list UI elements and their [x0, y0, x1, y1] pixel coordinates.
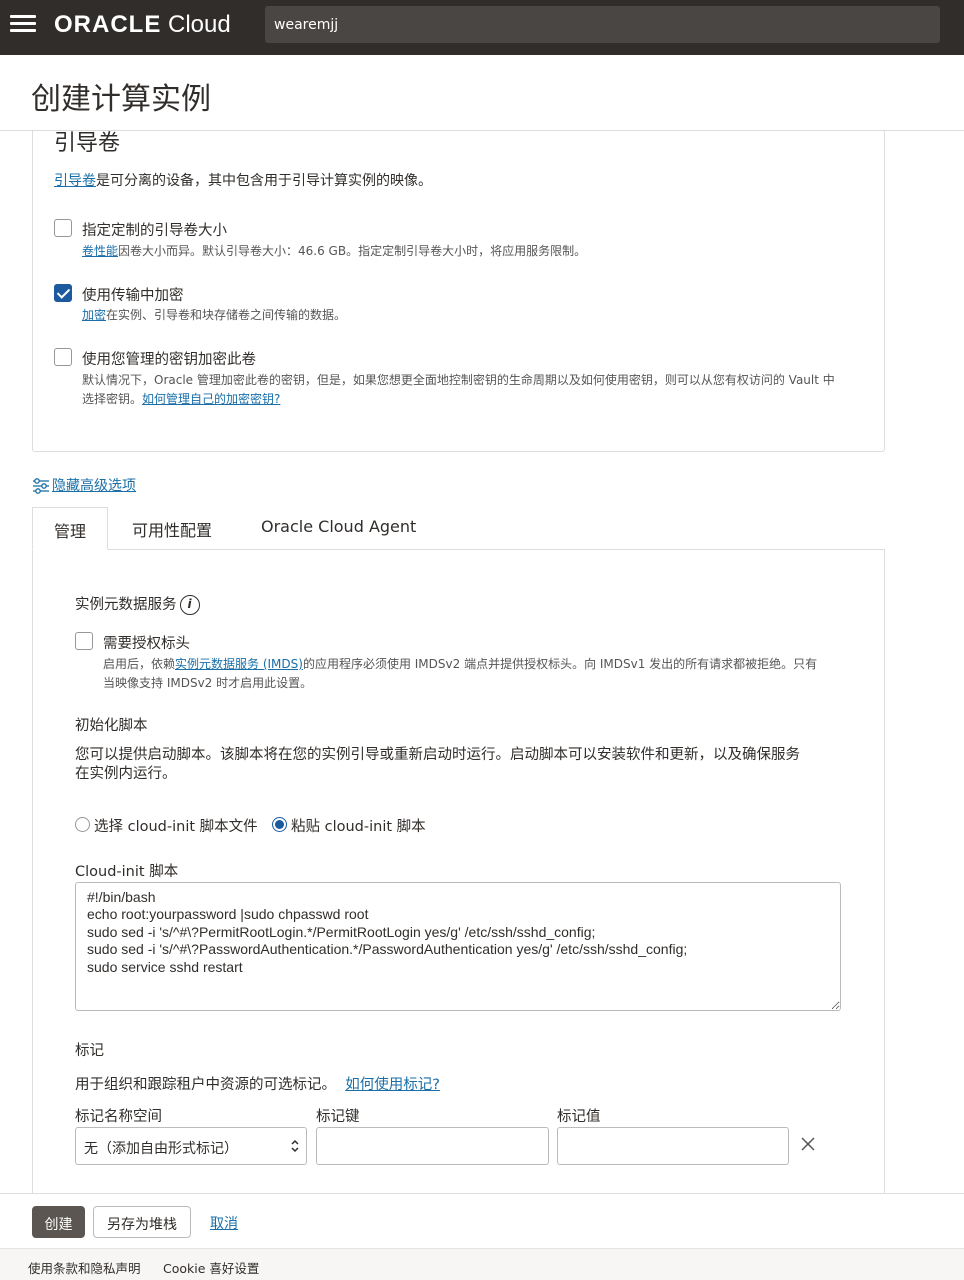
oracle-cloud-logo[interactable]: ORACLE Cloud [54, 11, 231, 39]
auth-header-label[interactable]: 需要授权标头 [103, 632, 190, 653]
in-transit-encryption-label[interactable]: 使用传输中加密 [82, 284, 184, 305]
tab-oracle-cloud-agent[interactable]: Oracle Cloud Agent [240, 507, 437, 550]
own-key-help: 默认情况下，Oracle 管理加密此卷的密钥，但是，如果您想更全面地控制密钥的生… [82, 373, 835, 406]
in-transit-encryption-checkbox[interactable] [54, 284, 72, 302]
page-header: 创建计算实例 [0, 55, 964, 131]
manage-keys-link[interactable]: 如何管理自己的加密密钥? [142, 392, 280, 406]
top-bar: ORACLE Cloud wearemjj [0, 0, 964, 55]
how-to-use-tags-link[interactable]: 如何使用标记? [345, 1077, 440, 1093]
terms-privacy-link[interactable]: 使用条款和隐私声明 [28, 1258, 141, 1277]
imds-section-title: 实例元数据服务 i [75, 593, 200, 615]
page-title: 创建计算实例 [31, 82, 211, 117]
in-transit-encryption-help: 加密在实例、引导卷和块存储卷之间传输的数据。 [82, 308, 347, 322]
cloud-init-script-label: Cloud-init 脚本 [75, 864, 179, 880]
create-button[interactable]: 创建 [32, 1206, 85, 1238]
info-icon[interactable]: i [179, 595, 200, 615]
radio-paste-script-label[interactable]: 粘贴 cloud-init 脚本 [291, 815, 426, 836]
init-script-description: 您可以提供启动脚本。该脚本将在您的实例引导或重新启动时运行。启动脚本可以安装软件… [75, 747, 800, 782]
cloud-init-script-textarea[interactable]: #!/bin/bash echo root:yourpassword |sudo… [75, 882, 841, 1011]
own-key-label[interactable]: 使用您管理的密钥加密此卷 [82, 348, 256, 369]
tab-availability[interactable]: 可用性配置 [111, 507, 233, 550]
content-area[interactable]: 引导卷 引导卷是可分离的设备，其中包含用于引导计算实例的映像。 指定定制的引导卷… [0, 131, 964, 1193]
legal-bar: 使用条款和隐私声明 Cookie 喜好设置 [0, 1248, 964, 1280]
save-as-stack-button[interactable]: 另存为堆栈 [93, 1206, 191, 1238]
cookie-preferences-link[interactable]: Cookie 喜好设置 [163, 1258, 259, 1277]
init-script-title: 初始化脚本 [75, 718, 148, 734]
encryption-link[interactable]: 加密 [82, 308, 106, 322]
tab-bar: 管理 可用性配置 Oracle Cloud Agent [32, 507, 885, 550]
tag-value-label: 标记值 [557, 1109, 601, 1125]
custom-boot-size-checkbox[interactable] [54, 219, 72, 237]
radio-choose-file[interactable] [75, 817, 90, 832]
hide-advanced-options-toggle[interactable]: 隐藏高级选项 [32, 475, 136, 495]
boot-volume-heading: 引导卷 [54, 131, 121, 156]
boot-volume-link[interactable]: 引导卷 [54, 173, 96, 189]
auth-header-help: 启用后，依赖实例元数据服务 (IMDS)的应用程序必须使用 IMDSv2 端点并… [103, 657, 818, 690]
auth-header-checkbox[interactable] [75, 632, 93, 650]
hamburger-menu-icon[interactable] [10, 15, 36, 35]
radio-paste-script[interactable] [272, 817, 287, 832]
imds-link[interactable]: 实例元数据服务 (IMDS) [175, 657, 303, 671]
custom-boot-size-help: 卷性能因卷大小而异。默认引导卷大小：46.6 GB。指定定制引导卷大小时，将应用… [82, 244, 587, 258]
tab-management[interactable]: 管理 [32, 507, 109, 550]
volume-performance-link[interactable]: 卷性能 [82, 244, 118, 258]
tags-title: 标记 [75, 1043, 104, 1059]
action-footer: 创建 另存为堆栈 取消 [0, 1193, 964, 1248]
tag-key-input[interactable] [316, 1127, 549, 1165]
tag-key-label: 标记键 [316, 1109, 360, 1125]
sliders-icon [33, 478, 49, 494]
cancel-link[interactable]: 取消 [200, 1206, 248, 1238]
remove-tag-icon[interactable] [800, 1136, 816, 1152]
select-arrows-icon [291, 1139, 299, 1153]
tag-value-input[interactable] [557, 1127, 789, 1165]
tag-namespace-select[interactable]: 无（添加自由形式标记） [75, 1127, 307, 1165]
tag-namespace-label: 标记名称空间 [75, 1109, 162, 1125]
boot-volume-description: 引导卷是可分离的设备，其中包含用于引导计算实例的映像。 [54, 173, 432, 189]
tags-description: 用于组织和跟踪租户中资源的可选标记。 如何使用标记? [75, 1077, 440, 1093]
search-input[interactable]: wearemjj [265, 6, 940, 43]
radio-choose-file-label[interactable]: 选择 cloud-init 脚本文件 [94, 815, 258, 836]
custom-boot-size-label[interactable]: 指定定制的引导卷大小 [82, 219, 227, 240]
own-key-checkbox[interactable] [54, 348, 72, 366]
